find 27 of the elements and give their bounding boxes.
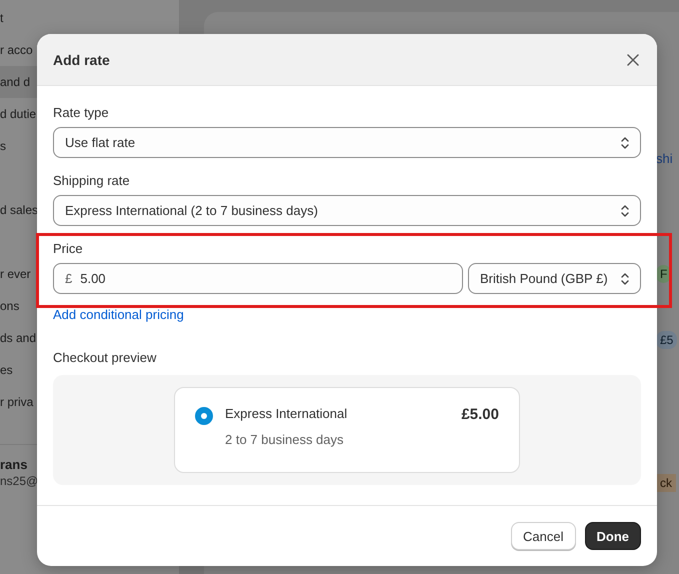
- close-icon: [627, 54, 639, 66]
- price-badge: £5: [656, 331, 678, 349]
- radio-button[interactable]: [195, 407, 213, 425]
- field-label: Rate type: [53, 105, 110, 121]
- conditional-pricing-link[interactable]: Add conditional pricing: [53, 307, 184, 322]
- chevron-updown-icon: [620, 272, 630, 286]
- chevron-updown-icon: [620, 136, 630, 150]
- chevron-updown-icon: [620, 204, 630, 218]
- select-field[interactable]: Express International (2 to 7 business days): [53, 195, 641, 226]
- section-title: Checkout preview: [53, 350, 158, 366]
- done-button[interactable]: Done: [584, 522, 641, 550]
- account-email: ns25@: [0, 474, 40, 488]
- sidebar-item[interactable]: t: [0, 2, 175, 34]
- option-detail: 2 to 7 business days: [225, 432, 345, 447]
- field-label: Shipping rate: [53, 173, 131, 189]
- field-label: Price: [53, 241, 84, 257]
- account-name: rans: [0, 457, 28, 472]
- option-name: Express International: [225, 406, 348, 423]
- currency-select[interactable]: British Pound (GBP £): [468, 263, 641, 294]
- close-button[interactable]: [625, 52, 641, 68]
- price-field[interactable]: £ 5.00: [53, 263, 463, 294]
- dialog-title: Add rate: [53, 52, 110, 68]
- checkout-badge: ck: [656, 474, 676, 492]
- cancel-button[interactable]: Cancel: [511, 522, 576, 550]
- option-price: £5.00: [461, 406, 499, 423]
- shipping-link[interactable]: shi: [656, 150, 673, 166]
- select-field[interactable]: Use flat rate: [53, 127, 641, 158]
